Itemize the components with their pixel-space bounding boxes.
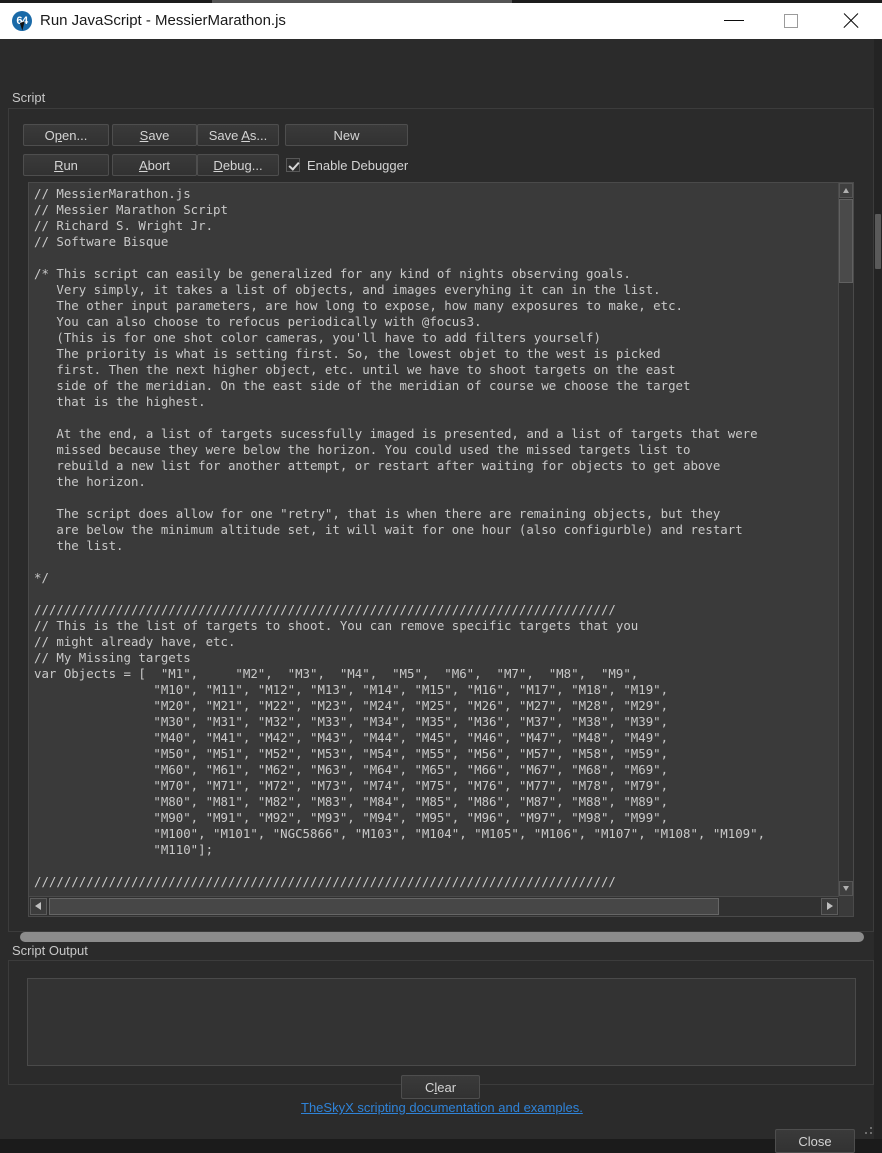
enable-debugger-label: Enable Debugger <box>307 158 408 173</box>
pane-splitter-handle[interactable] <box>20 932 864 942</box>
chevron-right-icon <box>827 902 833 910</box>
save-label-post: ave <box>148 127 170 143</box>
grip-dot <box>870 1132 872 1134</box>
maximize-icon <box>784 14 798 28</box>
new-label-pre: New <box>333 127 360 143</box>
abort-label-acc: A <box>138 157 148 173</box>
open-label-acc: p <box>54 127 63 143</box>
save-as-label-pre: Save <box>208 127 242 143</box>
script-group-label: Script <box>12 90 46 105</box>
run-button[interactable]: Run <box>23 154 109 176</box>
documentation-link[interactable]: TheSkyX scripting documentation and exam… <box>301 1100 583 1115</box>
dialog-body: Script Open... Save Save As... New Run A… <box>0 39 882 1153</box>
open-button[interactable]: Open... <box>23 124 109 146</box>
window-title: Run JavaScript - MessierMarathon.js <box>40 12 286 29</box>
horizontal-scrollbar-thumb[interactable] <box>49 898 719 915</box>
code-content: // MessierMarathon.js // Messier Maratho… <box>34 186 766 889</box>
close-window-button[interactable] <box>828 3 874 38</box>
maximize-button[interactable] <box>769 3 815 38</box>
script-output-text-area[interactable] <box>27 978 856 1066</box>
save-button[interactable]: Save <box>112 124 197 146</box>
scroll-left-button[interactable] <box>30 898 47 915</box>
run-label-post: un <box>63 157 78 173</box>
minimize-button[interactable] <box>711 3 757 38</box>
abort-label-post: bort <box>147 157 171 173</box>
chk-label-acc: E <box>307 157 316 173</box>
chk-label-post: nable Debugger <box>315 157 409 173</box>
grip-dot <box>870 1127 872 1129</box>
new-button[interactable]: New <box>285 124 408 146</box>
app-icon-64: 64 <box>12 11 32 31</box>
chevron-down-icon <box>843 886 849 891</box>
save-as-label-acc: A <box>241 127 250 143</box>
close-dialog-button[interactable]: Close <box>775 1129 855 1153</box>
window-vertical-scrollbar[interactable] <box>874 39 882 1139</box>
clear-label-pre: C <box>424 1079 435 1095</box>
clear-label-post: ear <box>437 1079 457 1095</box>
editor-vertical-scrollbar[interactable] <box>838 183 853 896</box>
close-icon <box>840 13 862 29</box>
script-output-label: Script Output <box>12 943 88 958</box>
run-javascript-window: 64 Run JavaScript - MessierMarathon.js S… <box>0 0 882 1153</box>
chevron-up-icon <box>843 188 849 193</box>
minimize-icon <box>724 20 744 21</box>
open-label-post: en... <box>62 127 88 143</box>
debug-button[interactable]: Debug... <box>197 154 279 176</box>
chevron-left-icon <box>35 902 41 910</box>
code-text-area[interactable]: // MessierMarathon.js // Messier Maratho… <box>29 183 839 896</box>
save-as-button[interactable]: Save As... <box>197 124 279 146</box>
abort-button[interactable]: Abort <box>112 154 197 176</box>
scroll-up-button[interactable] <box>839 183 853 198</box>
debug-label-acc: D <box>213 157 223 173</box>
vertical-scrollbar-thumb[interactable] <box>839 199 853 283</box>
save-as-label-post: s... <box>249 127 268 143</box>
script-editor[interactable]: // MessierMarathon.js // Messier Maratho… <box>28 182 854 917</box>
debug-label-post: ebug... <box>222 157 263 173</box>
checkbox-checked-icon <box>286 158 300 172</box>
scroll-down-button[interactable] <box>839 881 853 896</box>
enable-debugger-checkbox[interactable]: Enable Debugger <box>286 155 408 175</box>
scroll-right-button[interactable] <box>821 898 838 915</box>
window-scrollbar-thumb[interactable] <box>875 214 881 269</box>
grip-dot <box>865 1132 867 1134</box>
open-label-pre: O <box>44 127 55 143</box>
editor-horizontal-scrollbar[interactable] <box>29 896 839 916</box>
title-bar: 64 Run JavaScript - MessierMarathon.js <box>0 3 882 40</box>
clear-button[interactable]: Clear <box>401 1075 480 1099</box>
